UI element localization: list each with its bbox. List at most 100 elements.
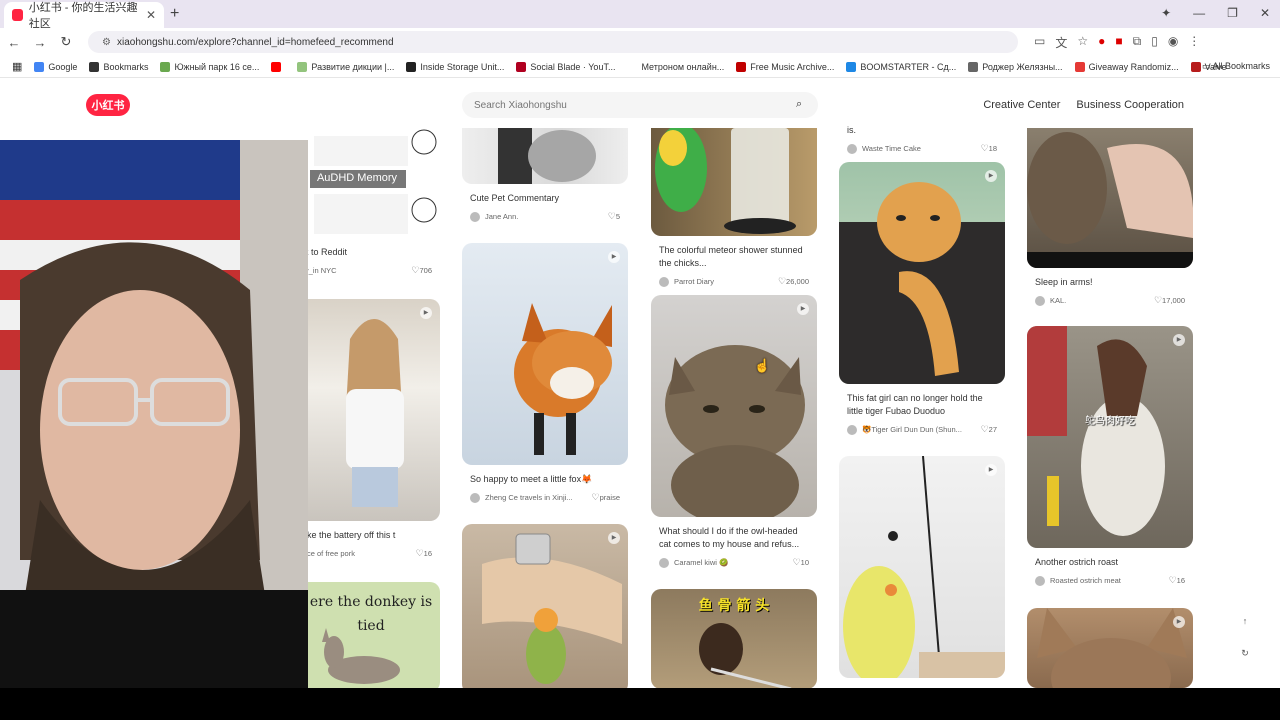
card-likes[interactable]: 16 — [416, 548, 432, 559]
bookmark-item[interactable]: BOOMSTARTER - Сд... — [846, 61, 957, 72]
close-window-icon[interactable]: ✕ — [1260, 6, 1270, 20]
cast-icon[interactable]: ▭ — [1034, 34, 1045, 51]
bookmark-item[interactable] — [271, 61, 285, 72]
menu-kebab-icon[interactable]: ⋮ — [1188, 34, 1200, 51]
feed-card[interactable]: Sleep in arms! KAL. 17,000 — [1027, 128, 1193, 306]
minimize-icon[interactable]: — — [1193, 6, 1205, 20]
bookmark-star-icon[interactable]: ☆ — [1077, 34, 1088, 51]
site-info-icon[interactable]: ⚙ — [102, 37, 111, 48]
feed-card[interactable]: 鸵鸟肉好吃 ▶ Another ostrich roast Roasted os… — [1027, 326, 1193, 586]
scroll-to-top-icon[interactable]: ↑ — [1238, 614, 1252, 628]
restore-icon[interactable]: ❐ — [1227, 6, 1238, 20]
close-tab-icon[interactable]: ✕ — [146, 8, 156, 22]
bookmark-item[interactable]: Social Blade · YouT... — [516, 61, 615, 72]
bookmark-item[interactable]: Роджер Желязны... — [968, 61, 1063, 72]
card-likes[interactable]: 16 — [1169, 575, 1185, 586]
feed-card[interactable]: ▶ — [1027, 608, 1193, 688]
browser-tab[interactable]: 小红书 - 你的生活兴趣社区 ✕ — [4, 2, 164, 30]
card-image: 鸵鸟肉好吃 ▶ — [1027, 326, 1193, 548]
card-overlay-text: 鱼 骨 箭 头 — [698, 598, 770, 614]
avatar[interactable] — [847, 424, 857, 435]
card-likes[interactable]: 17,000 — [1154, 295, 1185, 306]
card-likes[interactable]: 18 — [981, 143, 997, 154]
feed-card[interactable]: The colorful meteor shower stunned the c… — [651, 128, 817, 287]
opera-extension-icon[interactable]: ● — [1098, 34, 1105, 51]
card-likes[interactable]: 706 — [411, 265, 432, 276]
card-author[interactable]: KAL. — [1050, 296, 1066, 305]
video-play-icon: ▶ — [608, 251, 620, 263]
url-field[interactable]: ⚙ xiaohongshu.com/explore?channel_id=hom… — [88, 31, 1018, 53]
card-author[interactable]: Zheng Ce travels in Xinji... — [485, 493, 573, 502]
feed-card[interactable]: ▶ — [839, 456, 1005, 678]
browser-tabbar: 小红书 - 你的生活兴趣社区 ✕ + ✦ — ❐ ✕ — [0, 0, 1280, 30]
card-image: ▶ — [839, 162, 1005, 384]
feed-card[interactable]: is. Waste Time Cake 18 — [839, 122, 1005, 154]
bookmark-favicon-icon — [89, 61, 100, 72]
feed-card[interactable]: ▶ What should I do if the owl-headed cat… — [651, 295, 817, 568]
translate-icon[interactable]: 文 — [1055, 34, 1067, 51]
avatar[interactable] — [659, 557, 669, 568]
feed-card[interactable]: ▶ So happy to meet a little fox🦊 Zheng C… — [462, 243, 628, 503]
card-likes[interactable]: 10 — [793, 557, 809, 568]
bookmark-favicon-icon — [968, 61, 979, 72]
search-input[interactable] — [462, 92, 818, 118]
youtube-extension-icon[interactable]: ■ — [1115, 34, 1122, 51]
back-icon[interactable]: ← — [2, 35, 26, 50]
avatar[interactable] — [470, 492, 480, 503]
avatar[interactable] — [1035, 295, 1045, 306]
card-likes[interactable]: praise — [591, 492, 620, 503]
avatar[interactable] — [847, 143, 857, 154]
card-author[interactable]: 🐯Tiger Girl Dun Dun (Shun... — [862, 425, 962, 434]
sidepanel-icon[interactable]: ▯ — [1151, 34, 1158, 51]
card-author[interactable]: Caramel kiwi 🥝 — [674, 558, 728, 567]
refresh-feed-icon[interactable]: ↻ — [1238, 646, 1252, 660]
card-image — [651, 128, 817, 236]
feed-card[interactable]: 鱼 骨 箭 头 — [651, 589, 817, 688]
feed-card[interactable]: ▶ This fat girl can no longer hold the l… — [839, 162, 1005, 435]
bookmark-favicon-icon — [846, 61, 857, 72]
extension-star-icon[interactable]: ✦ — [1161, 6, 1171, 20]
card-author[interactable]: Parrot Diary — [674, 277, 714, 286]
bookmark-label: BOOMSTARTER - Сд... — [860, 61, 957, 72]
feed-card[interactable]: Cute Pet Commentary Jane Ann. 5 — [462, 128, 628, 222]
bookmark-item[interactable]: Южный парк 16 се... — [160, 61, 259, 72]
bookmark-item[interactable]: Google — [34, 61, 77, 72]
avatar[interactable] — [1035, 575, 1045, 586]
apps-grid-icon[interactable]: ▦ — [12, 60, 22, 73]
avatar[interactable] — [659, 276, 669, 287]
cat-in-arms-photo — [1027, 132, 1193, 268]
webcam-person-image — [0, 140, 308, 690]
card-likes[interactable]: 5 — [608, 211, 620, 222]
window-controls: ✦ — ❐ ✕ — [1161, 6, 1270, 20]
extensions-icon[interactable]: ⧉ — [1133, 34, 1142, 51]
card-likes[interactable]: 27 — [981, 424, 997, 435]
bookmark-label: Bookmarks — [103, 61, 149, 72]
card-image — [1027, 128, 1193, 268]
forward-icon[interactable]: → — [28, 35, 52, 50]
avatar[interactable] — [470, 211, 480, 222]
card-title: Another ostrich roast — [1035, 557, 1119, 567]
video-play-icon: ▶ — [985, 464, 997, 476]
bookmark-item[interactable]: Inside Storage Unit... — [406, 61, 504, 72]
card-likes[interactable]: 26,000 — [778, 276, 809, 287]
profile-avatar-icon[interactable]: ◉ — [1168, 34, 1178, 51]
bookmark-item[interactable]: Bookmarks — [89, 61, 149, 72]
bookmark-favicon-icon — [736, 61, 747, 72]
feed-card[interactable]: ▶ — [462, 524, 628, 688]
search-icon[interactable]: ⌕ — [796, 98, 802, 111]
card-author[interactable]: Waste Time Cake — [862, 144, 921, 153]
nav-creative-center[interactable]: Creative Center — [983, 99, 1060, 111]
bookmark-item[interactable]: Развитие дикции |... — [297, 61, 394, 72]
new-tab-icon[interactable]: + — [170, 5, 179, 23]
xiaohongshu-logo[interactable]: 小红书 — [86, 94, 130, 116]
bookmark-item[interactable]: Метроном онлайн... — [627, 61, 724, 72]
video-play-icon: ▶ — [608, 532, 620, 544]
all-bookmarks-button[interactable]: ▭ All Bookmarks — [1202, 61, 1270, 72]
nav-business-cooperation[interactable]: Business Cooperation — [1076, 99, 1184, 111]
reload-icon[interactable]: ↻ — [54, 34, 78, 50]
card-author[interactable]: Roasted ostrich meat — [1050, 576, 1121, 585]
video-play-icon: ▶ — [1173, 616, 1185, 628]
bookmark-item[interactable]: Giveaway Randomiz... — [1074, 61, 1179, 72]
bookmark-item[interactable]: Free Music Archive... — [736, 61, 834, 72]
card-author[interactable]: Jane Ann. — [485, 212, 518, 221]
